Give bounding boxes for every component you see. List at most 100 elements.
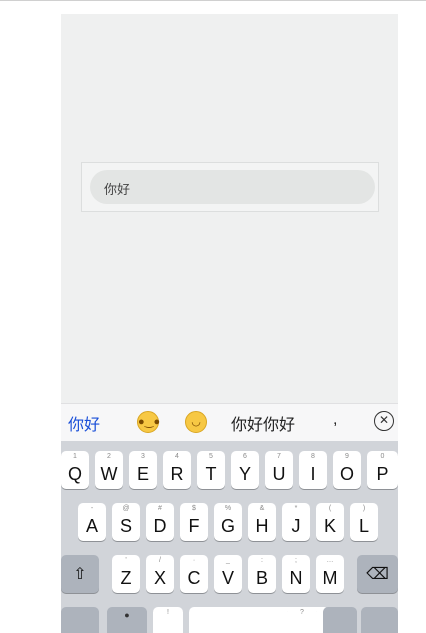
- key-d[interactable]: # D: [146, 503, 174, 541]
- key-label: J: [291, 516, 301, 536]
- key-p[interactable]: 0 P: [367, 451, 398, 489]
- candidate-item[interactable]: ,: [333, 411, 337, 429]
- key-r[interactable]: 4 R: [163, 451, 191, 489]
- key-hint: !: [167, 609, 169, 616]
- key-label: H: [255, 516, 269, 536]
- key-f[interactable]: $ F: [180, 503, 208, 541]
- grinning-face-icon[interactable]: ●‿●: [137, 411, 160, 433]
- key-hint: 1: [73, 453, 77, 460]
- key-e[interactable]: 3 E: [129, 451, 157, 489]
- key-hint: ): [362, 505, 366, 512]
- key-hint: 0: [380, 453, 385, 460]
- message-input-text: 你好: [104, 182, 131, 197]
- key-hint: #: [158, 505, 162, 512]
- key-hint: &: [259, 505, 265, 512]
- key-u[interactable]: 7 U: [265, 451, 293, 489]
- key-label: C: [187, 568, 201, 588]
- key-question[interactable]: ?: [287, 607, 317, 633]
- key-label: I: [310, 464, 316, 484]
- key-label: A: [85, 516, 98, 536]
- key-hint: ?: [300, 609, 304, 616]
- key-hint: :: [261, 557, 263, 564]
- key-i[interactable]: 8 I: [299, 451, 327, 489]
- shift-icon: ⇧: [73, 566, 87, 583]
- key-hint: /: [159, 557, 161, 564]
- smiling-face-icon[interactable]: ◡: [185, 411, 207, 433]
- key-x[interactable]: / X: [146, 555, 174, 593]
- key-hint: -: [90, 505, 94, 512]
- key-label: M: [322, 568, 338, 588]
- numbers-key[interactable]: [61, 607, 99, 633]
- key-label: T: [205, 464, 217, 484]
- key-hint: …: [326, 557, 334, 564]
- key-label: W: [100, 464, 118, 484]
- key-hint: $: [192, 505, 196, 512]
- key-label: Q: [67, 464, 82, 484]
- key-hint: 4: [175, 453, 179, 460]
- key-label: G: [220, 516, 235, 536]
- delete-key[interactable]: ⌫: [357, 555, 398, 593]
- top-divider: [0, 0, 426, 1]
- key-g[interactable]: % G: [214, 503, 242, 541]
- key-hint: *: [294, 505, 298, 512]
- globe-key[interactable]: [323, 607, 357, 633]
- key-hint: ;: [295, 557, 297, 564]
- key-label: B: [255, 568, 268, 588]
- key-c[interactable]: · C: [180, 555, 208, 593]
- emoji-icon: ●: [124, 610, 130, 620]
- key-hint: _: [226, 557, 230, 564]
- key-label: N: [289, 568, 303, 588]
- key-label: R: [170, 464, 184, 484]
- key-hint: 8: [311, 453, 315, 460]
- key-h[interactable]: & H: [248, 503, 276, 541]
- key-n[interactable]: ; N: [282, 555, 310, 593]
- key-m[interactable]: … M: [316, 555, 344, 593]
- key-hint: @: [122, 505, 130, 512]
- key-hint: 3: [141, 453, 145, 460]
- key-hint: ': [125, 557, 127, 564]
- key-j[interactable]: * J: [282, 503, 310, 541]
- phone-screen: 你好 你好 ●‿● ◡ 你好你好 , ✕ 1 Q 2 W 3 E 4 R 5 T: [61, 14, 398, 633]
- candidate-bar: 你好 ●‿● ◡ 你好你好 , ✕: [61, 403, 398, 441]
- key-hint: 7: [277, 453, 281, 460]
- key-w[interactable]: 2 W: [95, 451, 123, 489]
- key-label: U: [272, 464, 286, 484]
- key-q[interactable]: 1 Q: [61, 451, 89, 489]
- key-hint: 5: [209, 453, 213, 460]
- key-label: X: [153, 568, 166, 588]
- key-label: S: [119, 516, 132, 536]
- shift-key[interactable]: ⇧: [61, 555, 99, 593]
- message-input-bar: 你好: [81, 162, 379, 212]
- key-hint: ·: [192, 557, 196, 564]
- key-l[interactable]: ) L: [350, 503, 378, 541]
- key-label: F: [188, 516, 200, 536]
- key-hint: (: [328, 505, 332, 512]
- key-label: Y: [238, 464, 251, 484]
- key-b[interactable]: : B: [248, 555, 276, 593]
- key-t[interactable]: 5 T: [197, 451, 225, 489]
- key-label: L: [358, 516, 369, 536]
- keyboard: 1 Q 2 W 3 E 4 R 5 T 6 Y 7 U 8 I 9 O 0 P …: [61, 441, 398, 633]
- key-s[interactable]: @ S: [112, 503, 140, 541]
- candidate-item[interactable]: 你好你好: [231, 411, 295, 435]
- key-label: E: [136, 464, 149, 484]
- message-input[interactable]: 你好: [90, 170, 375, 204]
- key-a[interactable]: - A: [78, 503, 106, 541]
- key-hint: 9: [345, 453, 349, 460]
- key-label: D: [153, 516, 167, 536]
- key-z[interactable]: ' Z: [112, 555, 140, 593]
- key-y[interactable]: 6 Y: [231, 451, 259, 489]
- key-o[interactable]: 9 O: [333, 451, 361, 489]
- delete-icon: ⌫: [366, 566, 389, 583]
- key-hint: 6: [243, 453, 247, 460]
- key-hint: 2: [107, 453, 111, 460]
- key-exclaim[interactable]: !: [153, 607, 183, 633]
- return-key[interactable]: [361, 607, 398, 633]
- key-label: V: [221, 568, 234, 588]
- key-k[interactable]: ( K: [316, 503, 344, 541]
- candidate-item[interactable]: 你好: [68, 411, 100, 435]
- key-v[interactable]: _ V: [214, 555, 242, 593]
- key-label: K: [323, 516, 336, 536]
- close-candidates-icon[interactable]: ✕: [374, 411, 394, 431]
- emoji-key[interactable]: ●: [107, 607, 147, 633]
